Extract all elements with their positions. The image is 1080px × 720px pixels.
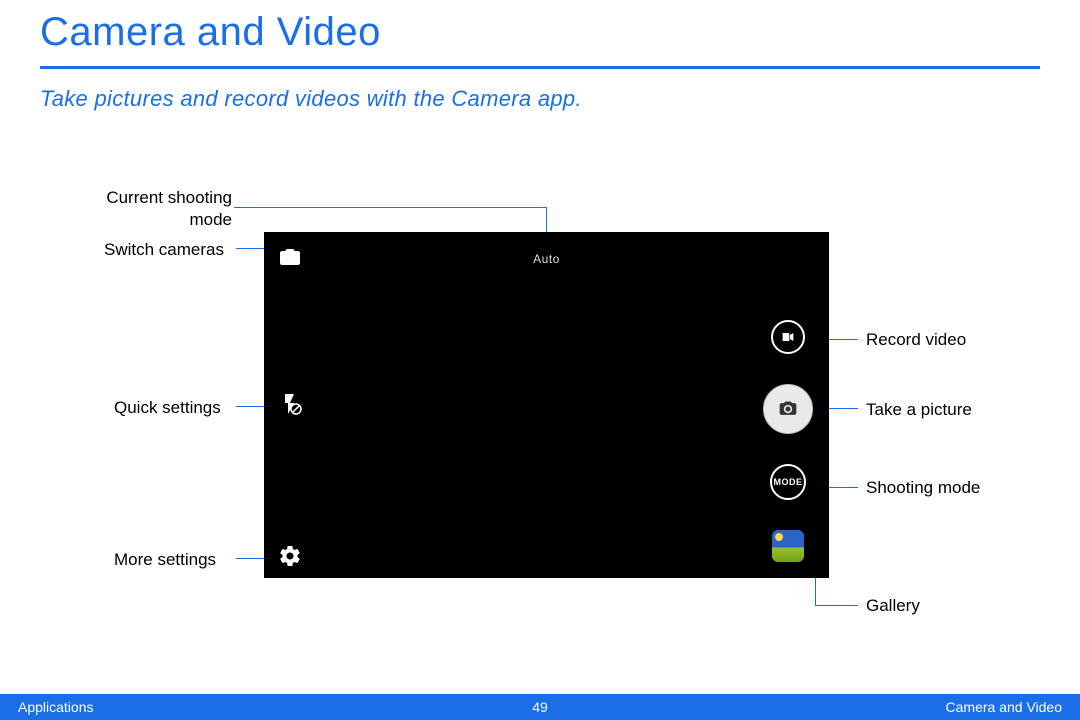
footer-page-number: 49 — [532, 699, 548, 715]
mode-button-text: MODE — [774, 477, 803, 487]
callout-take-picture: Take a picture — [866, 400, 972, 420]
gallery-thumbnail[interactable] — [772, 530, 804, 562]
settings-gear-icon[interactable] — [278, 544, 302, 568]
page-footer: Applications 49 Camera and Video — [0, 694, 1080, 720]
footer-right: Camera and Video — [946, 699, 1062, 715]
record-video-button[interactable] — [771, 320, 805, 354]
current-shooting-mode-label: Auto — [533, 252, 560, 266]
callout-quick-settings: Quick settings — [114, 398, 221, 418]
callout-current-mode: Current shooting mode — [82, 187, 232, 231]
callout-current-mode-text: Current shooting mode — [106, 188, 232, 229]
callout-record-video: Record video — [866, 330, 966, 350]
footer-left: Applications — [18, 699, 94, 715]
shooting-mode-button[interactable]: MODE — [770, 464, 806, 500]
switch-camera-icon[interactable] — [278, 246, 302, 270]
callout-shooting-mode: Shooting mode — [866, 478, 980, 498]
leader-gallery-h — [815, 605, 858, 606]
camera-right-controls: MODE — [763, 320, 813, 562]
callout-more-settings: More settings — [114, 550, 216, 570]
callout-switch-cameras: Switch cameras — [104, 240, 224, 260]
camera-app-screenshot: Auto MODE — [264, 232, 829, 578]
take-picture-button[interactable] — [763, 384, 813, 434]
camera-diagram: Current shooting mode Switch cameras Qui… — [0, 0, 1080, 720]
callout-gallery: Gallery — [866, 596, 920, 616]
leader-current-mode-h — [234, 207, 546, 208]
flash-off-icon[interactable] — [278, 392, 302, 416]
